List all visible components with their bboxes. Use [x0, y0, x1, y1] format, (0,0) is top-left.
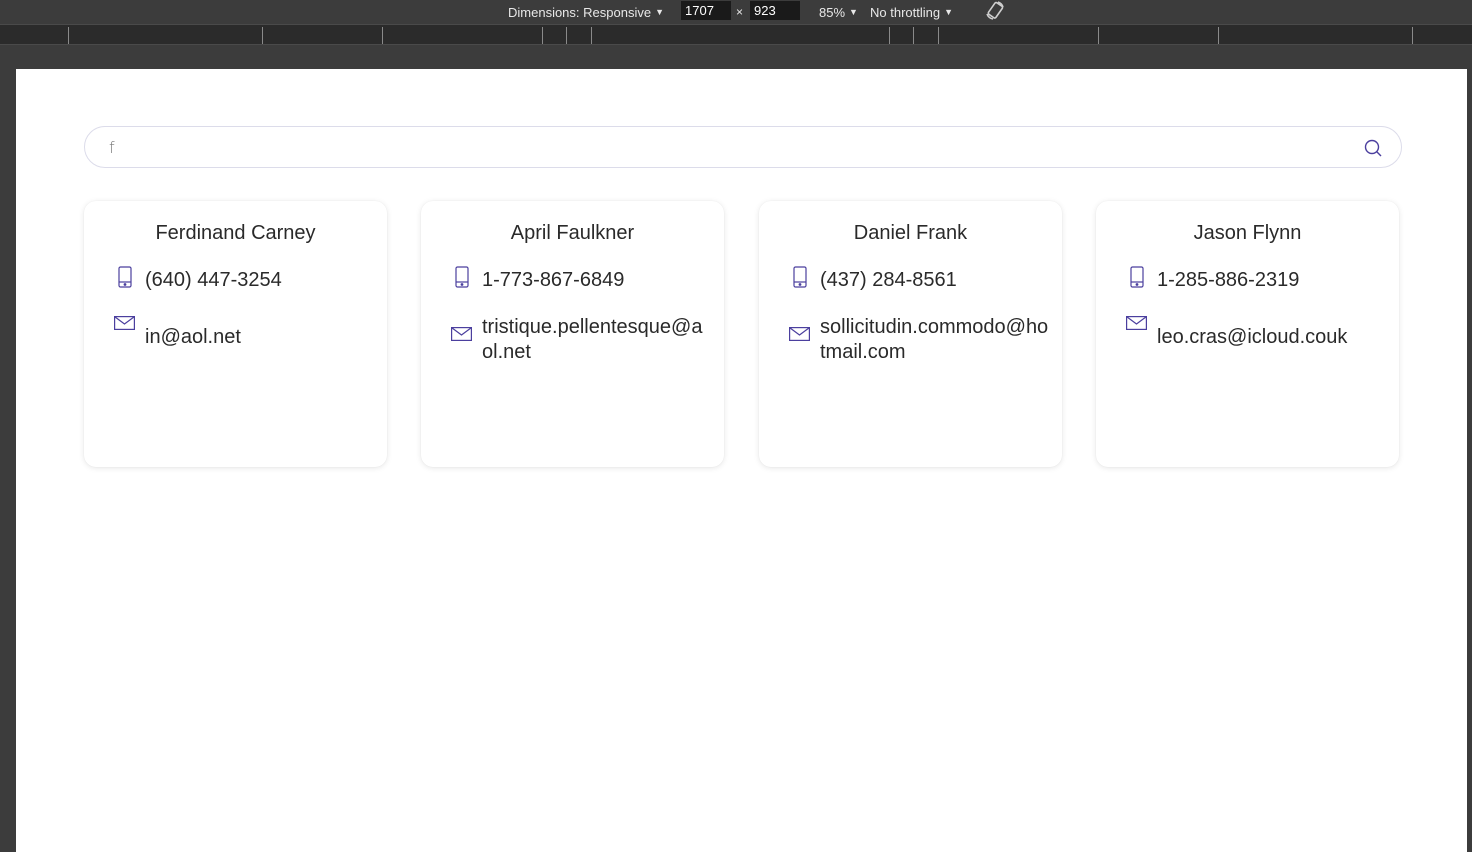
contact-name: April Faulkner [510, 222, 635, 244]
contact-card[interactable]: April Faulkner 1-773-867-6849 tristique.… [421, 201, 724, 467]
contact-phone[interactable]: 1-285-886-2319 [1157, 268, 1387, 293]
zoom-label: 85% [819, 5, 846, 20]
contact-phone[interactable]: 1-773-867-6849 [482, 268, 712, 293]
dimensions-dropdown[interactable]: Dimensions: Responsive ▼ [508, 3, 664, 21]
contact-name: Jason Flynn [1193, 222, 1302, 244]
ruler-tick[interactable] [382, 27, 383, 44]
phone-icon [455, 266, 469, 288]
search-icon[interactable] [1363, 138, 1383, 158]
ruler-tick[interactable] [591, 27, 592, 44]
contact-email[interactable]: in@aol.net [145, 325, 375, 350]
ruler-tick[interactable] [913, 27, 914, 44]
ruler-tick[interactable] [542, 27, 543, 44]
caret-down-icon: ▼ [849, 7, 858, 17]
contact-email[interactable]: leo.cras@icloud.couk [1157, 325, 1387, 350]
ruler-tick[interactable] [889, 27, 890, 44]
contact-email[interactable]: tristique.pellentesque@aol.net [482, 315, 712, 365]
mail-icon [451, 327, 472, 341]
ruler-tick[interactable] [262, 27, 263, 44]
mail-icon [1126, 316, 1147, 330]
phone-icon [793, 266, 807, 288]
search-input[interactable]: f [84, 126, 1402, 168]
phone-icon [118, 266, 132, 288]
contact-email[interactable]: sollicitudin.commodo@hotmail.com [820, 315, 1050, 365]
ruler-tick[interactable] [1412, 27, 1413, 44]
caret-down-icon: ▼ [655, 7, 664, 17]
search-input-value: f [109, 138, 115, 157]
ruler-tick[interactable] [68, 27, 69, 44]
page-viewport: f Ferdinand Carney (640) 447-3254 in@aol… [16, 69, 1467, 852]
throttling-dropdown[interactable]: No throttling ▼ [870, 3, 953, 21]
mail-icon [789, 327, 810, 341]
contact-card[interactable]: Daniel Frank (437) 284-8561 sollicitudin… [759, 201, 1062, 467]
height-input[interactable] [750, 1, 800, 20]
media-query-ruler [0, 24, 1472, 45]
caret-down-icon: ▼ [944, 7, 954, 17]
contact-phone[interactable]: (437) 284-8561 [820, 268, 1050, 293]
device-toolbar: Dimensions: Responsive▼ × 85%▼ No thrott… [0, 0, 1472, 24]
contact-phone[interactable]: (640) 447-3254 [145, 268, 375, 293]
width-input[interactable] [681, 1, 731, 20]
ruler-tick[interactable] [1098, 27, 1099, 44]
dimensions-label: Dimensions: Responsive [508, 5, 652, 20]
ruler-tick[interactable] [938, 27, 939, 44]
times-symbol: × [736, 5, 744, 19]
contact-name: Ferdinand Carney [155, 222, 316, 244]
contact-card[interactable]: Ferdinand Carney (640) 447-3254 in@aol.n… [84, 201, 387, 467]
ruler-tick[interactable] [566, 27, 567, 44]
throttling-label: No throttling [870, 5, 941, 20]
contact-card[interactable]: Jason Flynn 1-285-886-2319 leo.cras@iclo… [1096, 201, 1399, 467]
phone-icon [1130, 266, 1144, 288]
mail-icon [114, 316, 135, 330]
rotate-icon[interactable] [984, 0, 1006, 22]
ruler-tick[interactable] [1218, 27, 1219, 44]
contact-name: Daniel Frank [853, 222, 968, 244]
zoom-dropdown[interactable]: 85% ▼ [819, 3, 858, 21]
